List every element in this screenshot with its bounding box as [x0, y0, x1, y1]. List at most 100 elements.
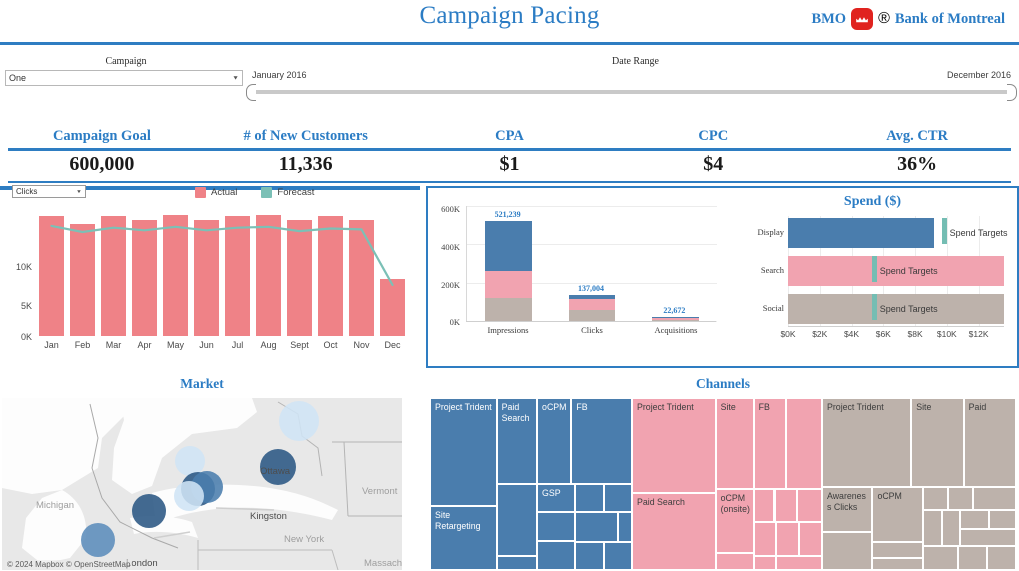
treemap-cell[interactable] — [986, 545, 1016, 570]
kpi-title: CPC — [698, 128, 729, 144]
bottom-row: Market Channels Michigan New York Vermon… — [0, 370, 1019, 571]
x-tick-label: Jan — [44, 340, 59, 350]
treemap-cell[interactable] — [872, 557, 923, 570]
treemap-cell[interactable] — [776, 556, 822, 570]
treemap-cell[interactable] — [785, 398, 822, 490]
treemap-cell[interactable] — [575, 542, 604, 570]
map-bubble[interactable] — [81, 523, 115, 557]
treemap-cell[interactable] — [575, 511, 618, 543]
treemap-cell[interactable]: oCPM (onsite) — [715, 489, 754, 553]
date-range-slider-handle-end[interactable] — [1007, 84, 1017, 101]
treemap-cell[interactable] — [603, 542, 632, 570]
bmo-logo: BMO ® Bank of Montreal — [811, 8, 1005, 30]
treemap-cell[interactable] — [872, 542, 923, 558]
treemap-cell[interactable] — [922, 487, 949, 510]
kpi-value: 11,336 — [278, 153, 333, 175]
funnel-data-label: 521,239 — [494, 210, 521, 220]
treemap-cell[interactable]: oCPM — [537, 398, 572, 484]
campaign-select[interactable]: One ▼ — [5, 70, 243, 86]
legend-item-forecast[interactable]: Forecast — [261, 187, 314, 198]
spend-chart: Spend ($) Display Search Social Spend Ta… — [728, 188, 1017, 366]
treemap-cell[interactable] — [922, 545, 958, 570]
treemap-cell[interactable] — [959, 528, 1016, 546]
treemap-cell[interactable]: Paid Search — [496, 398, 538, 484]
treemap-cell[interactable] — [575, 484, 604, 512]
market-map[interactable]: Michigan New York Vermont Massach Connec… — [2, 398, 402, 570]
treemap-cell[interactable] — [753, 521, 777, 557]
treemap-cell[interactable] — [922, 509, 943, 546]
kpi-cpa: CPA $1 — [408, 126, 612, 180]
map-bubble[interactable] — [132, 494, 166, 528]
treemap-cell[interactable]: FB — [753, 398, 786, 490]
treemap-cell[interactable] — [496, 556, 538, 570]
treemap-cell-label: FB — [576, 402, 588, 412]
treemap-cell[interactable] — [822, 532, 873, 570]
mid-row: Clicks ▼ Actual Forecast 10K 5K 0K Jan F… — [0, 185, 1019, 368]
treemap-cell[interactable] — [537, 511, 576, 541]
treemap-cell[interactable] — [988, 509, 1016, 529]
treemap-cell[interactable]: Project Trident — [822, 398, 912, 488]
kpi-title: # of New Customers — [243, 128, 368, 144]
treemap-cell[interactable]: oCPM — [872, 487, 923, 543]
treemap-cell[interactable]: Paid Search — [632, 492, 716, 570]
monthly-pacing-panel: Clicks ▼ Actual Forecast 10K 5K 0K Jan F… — [0, 185, 420, 368]
funnel-segment-search — [652, 316, 699, 320]
treemap-cell[interactable]: Project Trident — [632, 398, 716, 493]
treemap-cell[interactable]: Project Trident — [430, 398, 497, 507]
metric-select[interactable]: Clicks ▼ — [12, 185, 86, 198]
treemap-cell[interactable]: FB — [571, 398, 632, 484]
spend-target-label: Spend Targets — [949, 228, 1008, 238]
legend-item-actual[interactable]: Actual — [195, 187, 237, 198]
channels-treemap[interactable]: Project Trident Site Retargeting Paid Sear… — [430, 398, 1016, 570]
treemap-cell[interactable] — [617, 511, 632, 543]
kpi-title: CPA — [495, 128, 524, 144]
treemap-cell[interactable]: Awareness Clicks — [822, 487, 873, 533]
treemap-cell[interactable]: Paid — [963, 398, 1016, 488]
treemap-cell[interactable]: Site — [715, 398, 754, 490]
treemap-cell-label: Paid — [968, 402, 987, 412]
date-range-slider-handle-start[interactable] — [246, 84, 256, 101]
metric-select-value: Clicks — [16, 187, 38, 196]
campaign-pacing-dashboard: Campaign Pacing BMO ® Bank of Montreal C… — [0, 0, 1019, 571]
treemap-cell[interactable] — [973, 487, 1016, 510]
treemap-cell[interactable] — [948, 487, 974, 510]
kpi-cpc: CPC $4 — [611, 126, 815, 180]
map-bubble[interactable] — [174, 481, 204, 511]
treemap-cell[interactable] — [753, 489, 775, 522]
treemap-cell[interactable] — [715, 552, 754, 570]
treemap-cell[interactable] — [957, 545, 987, 570]
funnel-segment-search — [568, 298, 616, 311]
x-tick-label: $2K — [812, 329, 828, 339]
dashboard-header: Campaign Pacing BMO ® Bank of Montreal — [0, 0, 1019, 45]
treemap-cell[interactable]: Site — [911, 398, 964, 488]
map-bubble[interactable] — [279, 401, 319, 441]
treemap-cell[interactable]: Site Retargeting — [430, 506, 497, 570]
treemap-cell[interactable] — [797, 489, 822, 522]
treemap-cell-label: Site — [916, 402, 932, 412]
treemap-cell[interactable] — [942, 509, 960, 546]
y-tick-label: 10K — [15, 262, 32, 272]
treemap-cell[interactable]: GSP — [537, 484, 576, 512]
funnel-segment-search — [485, 271, 532, 299]
treemap-cell[interactable] — [774, 489, 798, 522]
treemap-cell[interactable] — [753, 556, 777, 570]
treemap-cell[interactable] — [496, 484, 538, 557]
treemap-cell[interactable] — [799, 521, 822, 557]
treemap-cell[interactable] — [959, 509, 989, 529]
legend-swatch-forecast — [261, 187, 273, 198]
map-city-label: Ottawa — [260, 466, 291, 477]
x-tick-label: Oct — [323, 340, 338, 350]
funnel-bar-clicks[interactable] — [568, 294, 616, 321]
spend-row-label: Search — [760, 265, 784, 275]
chevron-down-icon: ▼ — [76, 189, 82, 194]
treemap-cell[interactable] — [776, 521, 800, 557]
y-tick-label: 200K — [441, 280, 460, 290]
funnel-bar-impressions[interactable] — [485, 221, 532, 321]
funnel-data-label: 22,672 — [663, 305, 686, 315]
spend-bar-display[interactable] — [788, 218, 935, 248]
date-range-slider-track[interactable] — [252, 90, 1012, 94]
treemap-cell[interactable] — [537, 540, 576, 570]
header-divider — [0, 42, 1019, 45]
x-tick-label: Jul — [231, 340, 244, 350]
treemap-cell[interactable] — [603, 484, 632, 512]
